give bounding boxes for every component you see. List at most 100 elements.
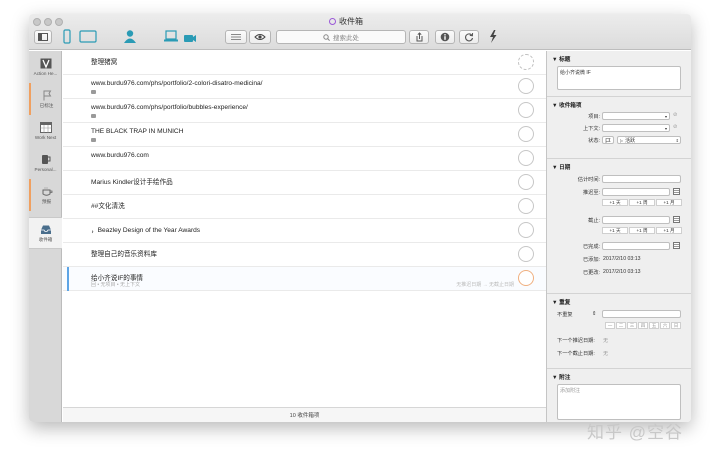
inspector-pane: ▼ 标题 给小齐说微 IF ▼ 收件箱项 项目: ▾ ⊘ 上下文: ▾ ⊘ 状态… xyxy=(546,51,691,422)
item-count-footer: 10 收件箱项 xyxy=(63,407,546,422)
defer-plus-month-button[interactable]: +1 月 xyxy=(656,199,682,206)
status-flag-button[interactable] xyxy=(602,136,614,144)
task-status-circle[interactable] xyxy=(518,102,534,118)
search-icon xyxy=(323,33,330,41)
toolbar: 收件箱 搜索此处 xyxy=(29,14,691,50)
sidebar-item-personal[interactable]: Personal... xyxy=(29,147,62,179)
inbox-list: 整理猪窝 www.burdu976.com/phs/portfolio/2-co… xyxy=(63,51,546,422)
sidebar-item-inbox[interactable]: 收件箱 xyxy=(29,217,62,249)
task-row[interactable]: 整理自己的音乐资料库 xyxy=(63,243,546,267)
tablet-preview-button[interactable] xyxy=(79,30,97,48)
view-list-button[interactable] xyxy=(225,30,247,44)
task-status-circle[interactable] xyxy=(518,54,534,70)
person-icon xyxy=(124,30,136,43)
weekday-toggle[interactable]: 六 xyxy=(660,322,670,329)
task-row[interactable]: Marius Kindler设计手绘作品 xyxy=(63,171,546,195)
weekday-toggle[interactable]: 日 xyxy=(671,322,681,329)
quick-entry-button[interactable] xyxy=(488,29,498,49)
defer-date-field[interactable] xyxy=(602,188,670,196)
task-status-circle[interactable] xyxy=(518,198,534,214)
inbox-tray-icon xyxy=(40,225,51,234)
sync-icon xyxy=(465,32,474,42)
weekday-toggle[interactable]: 四 xyxy=(638,322,648,329)
sidebar-item-action-holder[interactable]: Action He... xyxy=(29,51,62,83)
phone-icon xyxy=(63,29,71,44)
task-status-circle[interactable] xyxy=(518,174,534,190)
note-icon xyxy=(91,138,96,142)
share-icon xyxy=(416,32,422,42)
weekday-toggle[interactable]: 一 xyxy=(605,322,615,329)
calendar-icon[interactable] xyxy=(673,216,680,223)
task-row[interactable]: www.burdu976.com/phs/portfolio/bubbles-e… xyxy=(63,99,546,123)
inspector-dates-section: ▼ 日期 估计时间: 推迟至: +1 天 +1 周 +1 月 截止: +1 天 … xyxy=(547,158,691,293)
selection-indicator xyxy=(67,267,69,291)
share-button[interactable] xyxy=(409,30,429,44)
flag-icon xyxy=(43,90,51,100)
weekday-toggle[interactable]: 二 xyxy=(616,322,626,329)
inbox-circle-icon xyxy=(329,18,336,25)
perspective-person-button[interactable] xyxy=(123,29,137,49)
info-icon xyxy=(440,32,450,42)
inspector-title-section: ▼ 标题 给小齐说微 IF xyxy=(547,51,691,96)
zoom-window-button[interactable] xyxy=(55,18,63,26)
task-row[interactable]: ，Beazley Design of the Year Awards xyxy=(63,219,546,243)
v-badge-icon xyxy=(40,58,51,69)
sidebar-item-forecast[interactable]: 预报 xyxy=(29,179,62,211)
perspective-camera-button[interactable] xyxy=(183,31,197,49)
note-icon xyxy=(91,90,96,94)
repeat-stepper-icon[interactable]: ⇕ xyxy=(592,311,596,317)
flag-outline-icon xyxy=(605,137,611,143)
weekday-toggle[interactable]: 三 xyxy=(627,322,637,329)
sync-button[interactable] xyxy=(459,30,479,44)
project-select[interactable]: ▾ xyxy=(602,112,670,120)
task-row[interactable]: www.burdu976.com xyxy=(63,147,546,171)
task-status-circle[interactable] xyxy=(518,270,534,286)
eye-icon xyxy=(254,34,266,40)
search-field[interactable]: 搜索此处 xyxy=(276,30,406,44)
repeat-rule-field[interactable] xyxy=(602,310,681,318)
task-status-circle[interactable] xyxy=(518,126,534,142)
weekday-toggle[interactable]: 五 xyxy=(649,322,659,329)
task-row[interactable]: 整理猪窝 xyxy=(63,51,546,75)
task-row[interactable]: ##文化清洗 xyxy=(63,195,546,219)
weekday-picker: 一 二 三 四 五 六 日 xyxy=(605,322,681,329)
coffee-cup-icon xyxy=(42,186,52,196)
task-row-selected[interactable]: 给小齐说IF的事情 回 • 无项目 • 无上下文 无推迟日期 → 无截止日期 xyxy=(63,267,546,291)
perspective-sidebar: Action He... 已标注 Work Next Personal... 预… xyxy=(29,51,62,422)
sidebar-toggle-button[interactable] xyxy=(34,30,52,44)
view-options-button[interactable] xyxy=(249,30,271,44)
due-plus-week-button[interactable]: +1 周 xyxy=(629,227,655,234)
completed-date-field[interactable] xyxy=(602,242,670,250)
task-status-circle[interactable] xyxy=(518,222,534,238)
sidebar-item-work-next[interactable]: Work Next xyxy=(29,115,62,147)
tablet-icon xyxy=(79,30,97,43)
app-window: 收件箱 搜索此处 Action He... 已标注 Work Next Pers… xyxy=(29,14,691,422)
note-field[interactable]: 添加附注 xyxy=(557,384,681,420)
task-row[interactable]: www.burdu976.com/phs/portfolio/2-colori-… xyxy=(63,75,546,99)
inspector-toggle-button[interactable] xyxy=(435,30,455,44)
task-row[interactable]: THE BLACK TRAP IN MUNICH xyxy=(63,123,546,147)
inspector-inbox-section: ▼ 收件箱项 项目: ▾ ⊘ 上下文: ▾ ⊘ 状态: ▷ 活跃 ⇕ xyxy=(547,96,691,158)
watermark-text: 知乎 @空谷 xyxy=(587,423,683,442)
perspective-laptop-button[interactable] xyxy=(163,30,179,48)
title-field[interactable]: 给小齐说微 IF xyxy=(557,66,681,90)
defer-plus-week-button[interactable]: +1 周 xyxy=(629,199,655,206)
project-state-icon[interactable]: ⊘ xyxy=(673,112,677,118)
phone-preview-button[interactable] xyxy=(63,29,71,49)
minimize-window-button[interactable] xyxy=(44,18,52,26)
calendar-icon[interactable] xyxy=(673,188,680,195)
task-status-circle[interactable] xyxy=(518,150,534,166)
defer-plus-day-button[interactable]: +1 天 xyxy=(602,199,628,206)
calendar-icon[interactable] xyxy=(673,242,680,249)
sidebar-item-flagged[interactable]: 已标注 xyxy=(29,83,62,115)
close-window-button[interactable] xyxy=(33,18,41,26)
estimate-field[interactable] xyxy=(602,175,681,183)
task-status-circle[interactable] xyxy=(518,78,534,94)
due-plus-day-button[interactable]: +1 天 xyxy=(602,227,628,234)
task-status-circle[interactable] xyxy=(518,246,534,262)
context-select[interactable]: ▾ xyxy=(602,124,670,132)
status-select[interactable]: ▷ 活跃 ⇕ xyxy=(617,136,681,144)
due-plus-month-button[interactable]: +1 月 xyxy=(656,227,682,234)
context-state-icon[interactable]: ⊘ xyxy=(673,124,677,130)
due-date-field[interactable] xyxy=(602,216,670,224)
